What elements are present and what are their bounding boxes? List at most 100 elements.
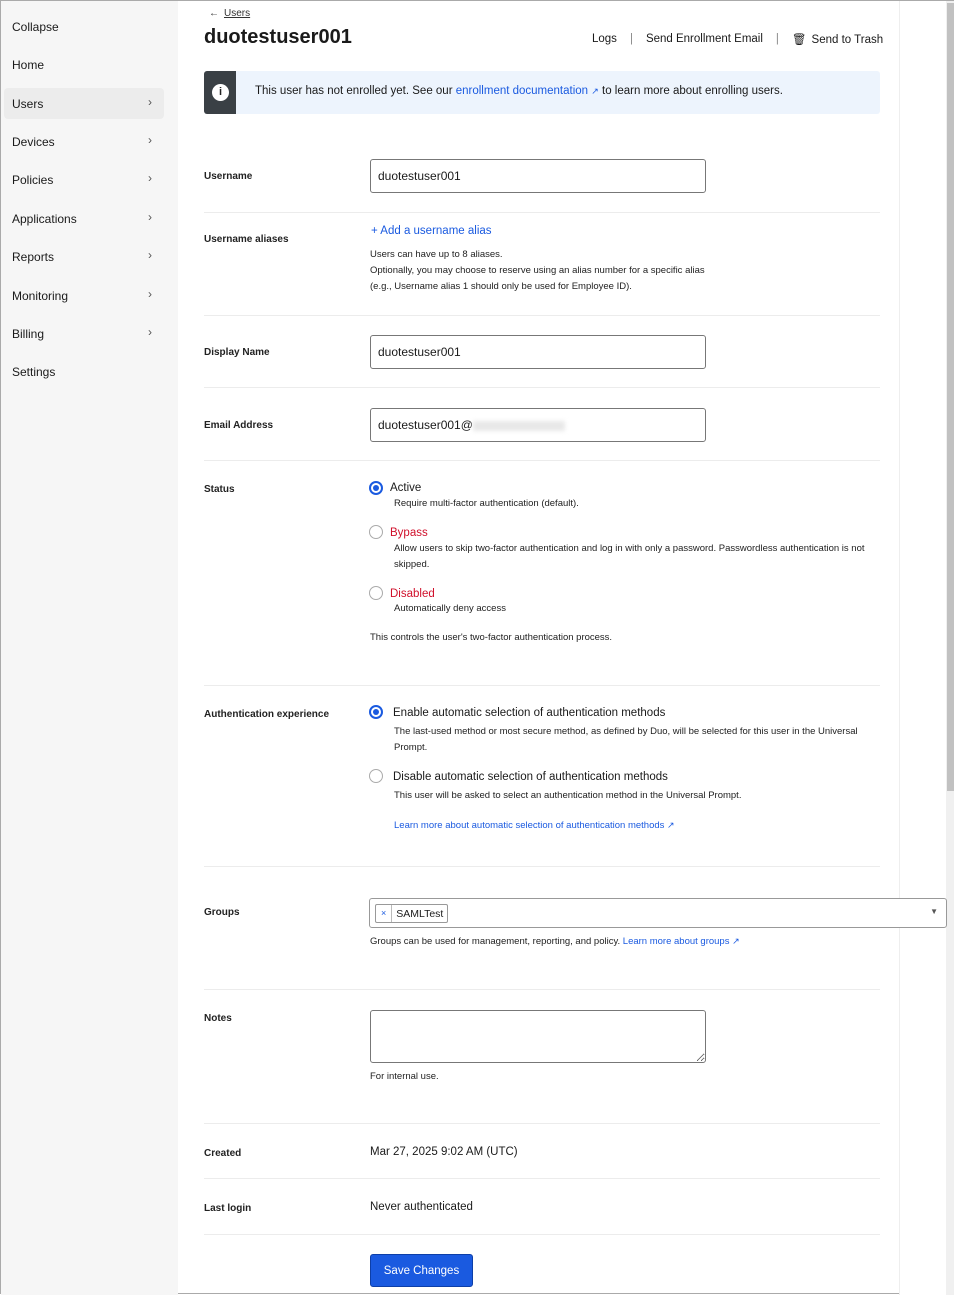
chevron-right-icon: › xyxy=(148,133,152,147)
status-disabled-radio[interactable] xyxy=(369,586,383,600)
display-name-label: Display Name xyxy=(204,347,270,358)
sidebar-item-home[interactable]: Home xyxy=(4,49,164,80)
status-bypass-label: Bypass xyxy=(390,527,428,539)
add-username-alias-link[interactable]: + Add a username alias xyxy=(371,225,492,237)
plus-icon: + xyxy=(371,225,381,237)
sidebar-item-settings[interactable]: Settings xyxy=(4,356,164,387)
aliases-help: Users can have up to 8 aliases. Optionall… xyxy=(370,247,705,295)
arrow-left-icon: ← xyxy=(209,8,219,19)
link-label: enrollment documentation xyxy=(455,85,589,97)
chevron-right-icon: › xyxy=(148,287,152,301)
auth-experience-label: Authentication experience xyxy=(204,709,330,720)
banner-pre: This user has not enrolled yet. See our xyxy=(255,85,456,97)
sidebar-item-billing[interactable]: Billing › xyxy=(4,318,164,349)
tag-label: SAMLTest xyxy=(396,907,444,920)
header-actions: Logs | Send Enrollment Email | 🗑 Send to … xyxy=(592,32,883,46)
notes-textarea[interactable] xyxy=(370,1010,706,1063)
learn-more-auth-link[interactable]: Learn more about automatic selection of … xyxy=(394,817,675,834)
status-bypass-radio[interactable] xyxy=(369,525,383,539)
logs-link[interactable]: Logs xyxy=(592,33,617,45)
notes-help: For internal use. xyxy=(370,1071,439,1082)
username-label: Username xyxy=(204,171,253,182)
divider xyxy=(204,989,880,990)
sidebar-item-monitoring[interactable]: Monitoring › xyxy=(4,280,164,311)
enrollment-documentation-link[interactable]: enrollment documentation ↗ xyxy=(456,85,599,97)
chevron-right-icon: › xyxy=(148,95,152,109)
sidebar-item-reports[interactable]: Reports › xyxy=(4,241,164,272)
enrollment-banner: i This user has not enrolled yet. See ou… xyxy=(204,71,880,114)
display-name-input[interactable]: duotestuser001 xyxy=(370,335,706,369)
created-value: Mar 27, 2025 9:02 AM (UTC) xyxy=(370,1146,518,1158)
help-line: Optionally, you may choose to reserve us… xyxy=(370,265,705,276)
email-input[interactable]: duotestuser001@ xyxy=(370,408,706,442)
status-help: This controls the user's two-factor auth… xyxy=(370,632,613,643)
dropdown-caret-icon[interactable]: ▼ xyxy=(930,907,938,916)
status-bypass-desc: Allow users to skip two-factor authentic… xyxy=(394,543,865,570)
label: Settings xyxy=(12,365,56,379)
info-icon: i xyxy=(212,84,229,101)
back-to-users-link[interactable]: ← Users xyxy=(209,8,250,19)
sidebar-item-users[interactable]: Users › xyxy=(4,88,164,119)
divider xyxy=(204,212,880,213)
external-link-icon: ↗ xyxy=(667,820,675,830)
last-login-value: Never authenticated xyxy=(370,1201,473,1213)
status-disabled-desc: Automatically deny access xyxy=(394,603,506,614)
auth-disable-label: Disable automatic selection of authentic… xyxy=(393,771,668,783)
divider xyxy=(204,315,880,316)
status-active-radio[interactable] xyxy=(369,481,383,495)
trash-icon: 🗑 xyxy=(791,34,807,46)
info-icon-box: i xyxy=(204,71,236,114)
auth-enable-desc: The last-used method or most secure meth… xyxy=(394,726,858,753)
created-label: Created xyxy=(204,1148,242,1159)
email-value: duotestuser001@ xyxy=(378,418,473,432)
email-label: Email Address xyxy=(204,420,274,431)
username-input[interactable]: duotestuser001 xyxy=(370,159,706,193)
link-label: Add a username alias xyxy=(380,225,492,237)
send-enrollment-email-link[interactable]: Send Enrollment Email xyxy=(646,33,763,45)
label: Devices xyxy=(12,135,55,149)
sidebar-item-policies[interactable]: Policies › xyxy=(4,164,164,195)
auth-enable-label: Enable automatic selection of authentica… xyxy=(393,707,666,719)
learn-more-groups-link[interactable]: Learn more about groups ↗ xyxy=(623,936,740,947)
label: Users xyxy=(12,97,44,111)
username-aliases-label: Username aliases xyxy=(204,234,289,245)
divider xyxy=(204,460,880,461)
divider: | xyxy=(629,33,633,45)
redacted-domain xyxy=(472,420,565,431)
label: Home xyxy=(12,58,45,72)
group-tag: × SAMLTest xyxy=(375,904,449,923)
auth-disable-desc: This user will be asked to select an aut… xyxy=(394,790,742,801)
divider xyxy=(204,1123,880,1124)
save-changes-button[interactable]: Save Changes xyxy=(370,1254,473,1287)
notes-label: Notes xyxy=(204,1013,232,1024)
label: Monitoring xyxy=(12,289,69,303)
status-disabled-label: Disabled xyxy=(390,588,435,600)
right-gutter xyxy=(899,1,946,1295)
auth-enable-radio[interactable] xyxy=(369,705,383,719)
divider xyxy=(204,387,880,388)
remove-tag-icon[interactable]: × xyxy=(376,905,393,922)
status-active-label: Active xyxy=(390,482,422,494)
banner-text: This user has not enrolled yet. See our … xyxy=(255,85,783,97)
help-line: (e.g., Username alias 1 should only be u… xyxy=(370,281,632,292)
divider xyxy=(204,1234,880,1235)
help-text: Groups can be used for management, repor… xyxy=(370,936,623,947)
external-link-icon: ↗ xyxy=(732,936,740,946)
groups-label: Groups xyxy=(204,907,240,918)
back-label: Users xyxy=(224,8,251,19)
sidebar-item-applications[interactable]: Applications › xyxy=(4,203,164,234)
label: Applications xyxy=(12,212,77,226)
sidebar: Collapse Home Users › Devices › Policies › … xyxy=(1,1,178,1295)
external-link-icon: ↗ xyxy=(591,86,599,96)
label: Reports xyxy=(12,250,55,264)
auth-disable-radio[interactable] xyxy=(369,769,383,783)
send-to-trash-link[interactable]: 🗑 Send to Trash xyxy=(792,32,883,46)
collapse-button[interactable]: Collapse xyxy=(4,11,164,42)
groups-select[interactable]: × SAMLTest ▼ xyxy=(369,898,947,928)
scrollbar-thumb[interactable] xyxy=(947,3,954,791)
collapse-label: Collapse xyxy=(12,20,59,34)
status-active-desc: Require multi-factor authentication (def… xyxy=(394,498,579,509)
sidebar-item-devices[interactable]: Devices › xyxy=(4,126,164,157)
divider xyxy=(204,866,880,867)
divider xyxy=(204,685,880,686)
